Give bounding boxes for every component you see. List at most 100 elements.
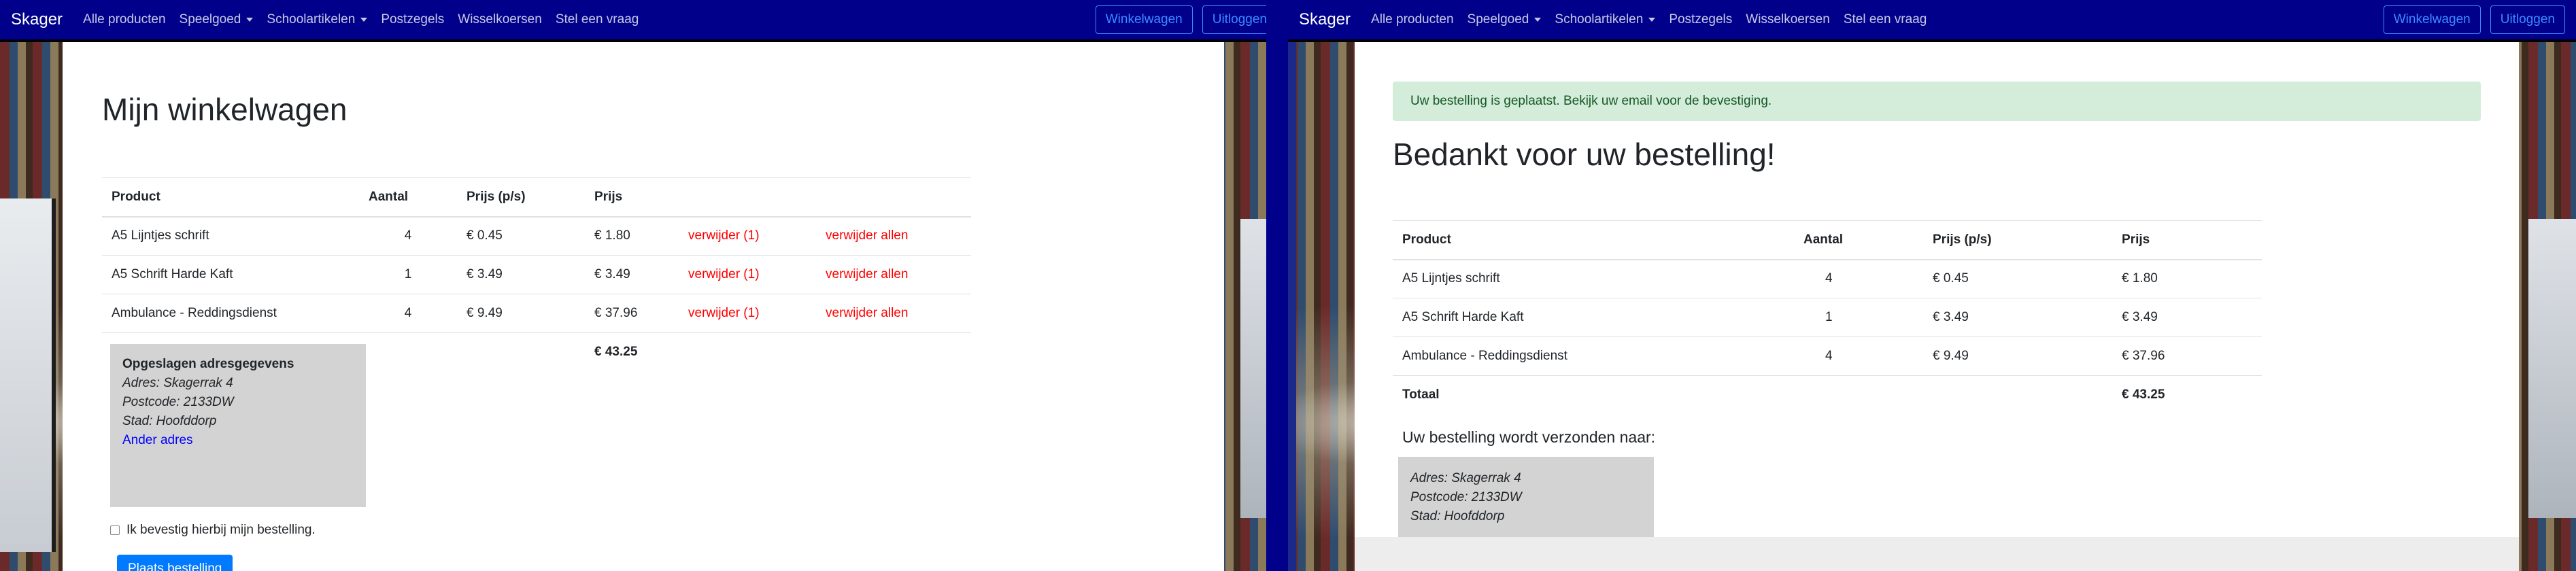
address-postcode: Postcode: 2133DW xyxy=(122,395,234,409)
store-poster xyxy=(0,198,56,552)
nav-school-dropdown[interactable]: Schoolartikelen xyxy=(1555,12,1656,27)
line-price: € 37.96 xyxy=(2112,336,2262,376)
product-name: A5 Schrift Harde Kaft xyxy=(102,255,359,294)
nav-stamps[interactable]: Postzegels xyxy=(1669,12,1732,27)
cart-button[interactable]: Winkelwagen xyxy=(2383,5,2481,34)
line-price: € 3.49 xyxy=(2112,298,2262,337)
caret-down-icon xyxy=(1534,18,1542,22)
nav-exchange-rates[interactable]: Wisselkoersen xyxy=(458,12,542,27)
table-header: Product Aantal Prijs (p/s) Prijs xyxy=(1393,220,2262,260)
column-header: Aantal xyxy=(359,177,457,218)
column-header xyxy=(679,177,816,218)
total-value: € 43.25 xyxy=(2112,375,2262,415)
total-value: € 43.25 xyxy=(585,332,679,372)
change-address-link[interactable]: Ander adres xyxy=(122,431,354,450)
brand-link[interactable]: Skager xyxy=(11,10,63,29)
nav-toys-dropdown[interactable]: Speelgoed xyxy=(1468,12,1542,27)
nav-actions: Winkelwagen Uitloggen xyxy=(2383,5,2565,34)
column-header: Prijs (p/s) xyxy=(457,177,585,218)
shipping-label: Uw bestelling wordt verzonden naar: xyxy=(1402,428,1656,446)
column-header: Prijs (p/s) xyxy=(1923,220,2112,260)
nav-label: Speelgoed xyxy=(179,12,241,27)
unit-price: € 0.45 xyxy=(457,216,585,256)
order-table: Product Aantal Prijs (p/s) Prijs A5 Lijn… xyxy=(1393,220,2262,415)
nav-label: Schoolartikelen xyxy=(267,12,356,27)
caret-down-icon xyxy=(360,18,368,22)
confirm-label: Ik bevestig hierbij mijn bestelling. xyxy=(126,523,316,537)
nav-all-products[interactable]: Alle producten xyxy=(1371,12,1453,27)
remove-one-link[interactable]: verwijder (1) xyxy=(679,255,816,294)
store-poster xyxy=(2528,219,2576,518)
nav-label: Schoolartikelen xyxy=(1555,12,1644,27)
quantity: 1 xyxy=(359,255,457,294)
remove-one-link[interactable]: verwijder (1) xyxy=(679,216,816,256)
column-header: Prijs xyxy=(585,177,679,218)
quantity: 4 xyxy=(359,216,457,256)
nav-ask-question[interactable]: Stel een vraag xyxy=(1844,12,1927,27)
unit-price: € 3.49 xyxy=(1923,298,2112,337)
address-city: Stad: Hoofddorp xyxy=(1410,509,1505,523)
address-street: Adres: Skagerrak 4 xyxy=(1410,471,1521,485)
address-title: Opgeslagen adresgegevens xyxy=(122,357,294,371)
place-order-button[interactable]: Plaats bestelling xyxy=(117,555,233,571)
product-name: A5 Lijntjes schrift xyxy=(102,216,359,256)
cart-content: Mijn winkelwagen Product Aantal Prijs (p… xyxy=(63,42,1224,571)
remove-all-link[interactable]: verwijder allen xyxy=(816,255,971,294)
quantity: 1 xyxy=(1794,298,1923,337)
unit-price: € 0.45 xyxy=(1923,259,2112,298)
product-name: A5 Schrift Harde Kaft xyxy=(1393,298,1794,337)
confirm-checkbox[interactable] xyxy=(110,525,120,535)
store-pillar xyxy=(1288,42,1296,571)
table-row: A5 Lijntjes schrift 4 € 0.45 € 1.80 verw… xyxy=(102,216,971,256)
empty-cell xyxy=(1923,375,2112,415)
nav-ask-question[interactable]: Stel een vraag xyxy=(556,12,639,27)
nav-exchange-rates[interactable]: Wisselkoersen xyxy=(1746,12,1830,27)
table-row: A5 Schrift Harde Kaft 1 € 3.49 € 3.49 ve… xyxy=(102,255,971,294)
total-row: Totaal € 43.25 xyxy=(1393,375,2262,415)
remove-all-link[interactable]: verwijder allen xyxy=(816,294,971,333)
brand-link[interactable]: Skager xyxy=(1299,10,1351,29)
nav-school-dropdown[interactable]: Schoolartikelen xyxy=(267,12,368,27)
empty-cell xyxy=(457,332,585,372)
success-alert: Uw bestelling is geplaatst. Bekijk uw em… xyxy=(1393,82,2481,121)
unit-price: € 9.49 xyxy=(457,294,585,333)
nav-stamps[interactable]: Postzegels xyxy=(381,12,444,27)
caret-down-icon xyxy=(246,18,254,22)
column-header: Product xyxy=(102,177,359,218)
nav-toys-dropdown[interactable]: Speelgoed xyxy=(180,12,254,27)
empty-cell xyxy=(679,332,816,372)
logout-button[interactable]: Uitloggen xyxy=(2490,5,2565,34)
caret-down-icon xyxy=(1648,18,1656,22)
remove-one-link[interactable]: verwijder (1) xyxy=(679,294,816,333)
line-price: € 1.80 xyxy=(585,216,679,256)
confirmation-screen: Skager Alle producten Speelgoed Schoolar… xyxy=(1288,0,2576,571)
page-title: Bedankt voor uw bestelling! xyxy=(1393,137,1776,172)
empty-cell xyxy=(359,332,457,372)
navbar: Skager Alle producten Speelgoed Schoolar… xyxy=(0,0,1288,39)
table-header: Product Aantal Prijs (p/s) Prijs xyxy=(102,177,971,218)
cart-table: Product Aantal Prijs (p/s) Prijs A5 Lijn… xyxy=(102,177,971,372)
address-postcode: Postcode: 2133DW xyxy=(1410,490,1522,504)
cart-screen: Skager Alle producten Speelgoed Schoolar… xyxy=(0,0,1288,571)
nav-label: Speelgoed xyxy=(1467,12,1529,27)
unit-price: € 3.49 xyxy=(457,255,585,294)
product-name: Ambulance - Reddingsdienst xyxy=(1393,336,1794,376)
column-header: Product xyxy=(1393,220,1794,260)
quantity: 4 xyxy=(1794,259,1923,298)
column-header: Aantal xyxy=(1794,220,1923,260)
address-city: Stad: Hoofddorp xyxy=(122,414,217,428)
remove-all-link[interactable]: verwijder allen xyxy=(816,216,971,256)
panel-divider xyxy=(1266,0,1288,571)
line-price: € 3.49 xyxy=(585,255,679,294)
nav-actions: Winkelwagen Uitloggen xyxy=(1095,5,1277,34)
table-row: Ambulance - Reddingsdienst 4 € 9.49 € 37… xyxy=(102,294,971,333)
nav-all-products[interactable]: Alle producten xyxy=(83,12,165,27)
product-name: A5 Lijntjes schrift xyxy=(1393,259,1794,298)
page-footer xyxy=(1355,537,2519,571)
empty-cell xyxy=(1794,375,1923,415)
table-row: A5 Schrift Harde Kaft 1 € 3.49 € 3.49 xyxy=(1393,298,2262,337)
cart-button[interactable]: Winkelwagen xyxy=(1095,5,1193,34)
table-row: A5 Lijntjes schrift 4 € 0.45 € 1.80 xyxy=(1393,259,2262,298)
confirm-order-checkbox-row[interactable]: Ik bevestig hierbij mijn bestelling. xyxy=(110,523,316,538)
total-label: Totaal xyxy=(1393,375,1794,415)
